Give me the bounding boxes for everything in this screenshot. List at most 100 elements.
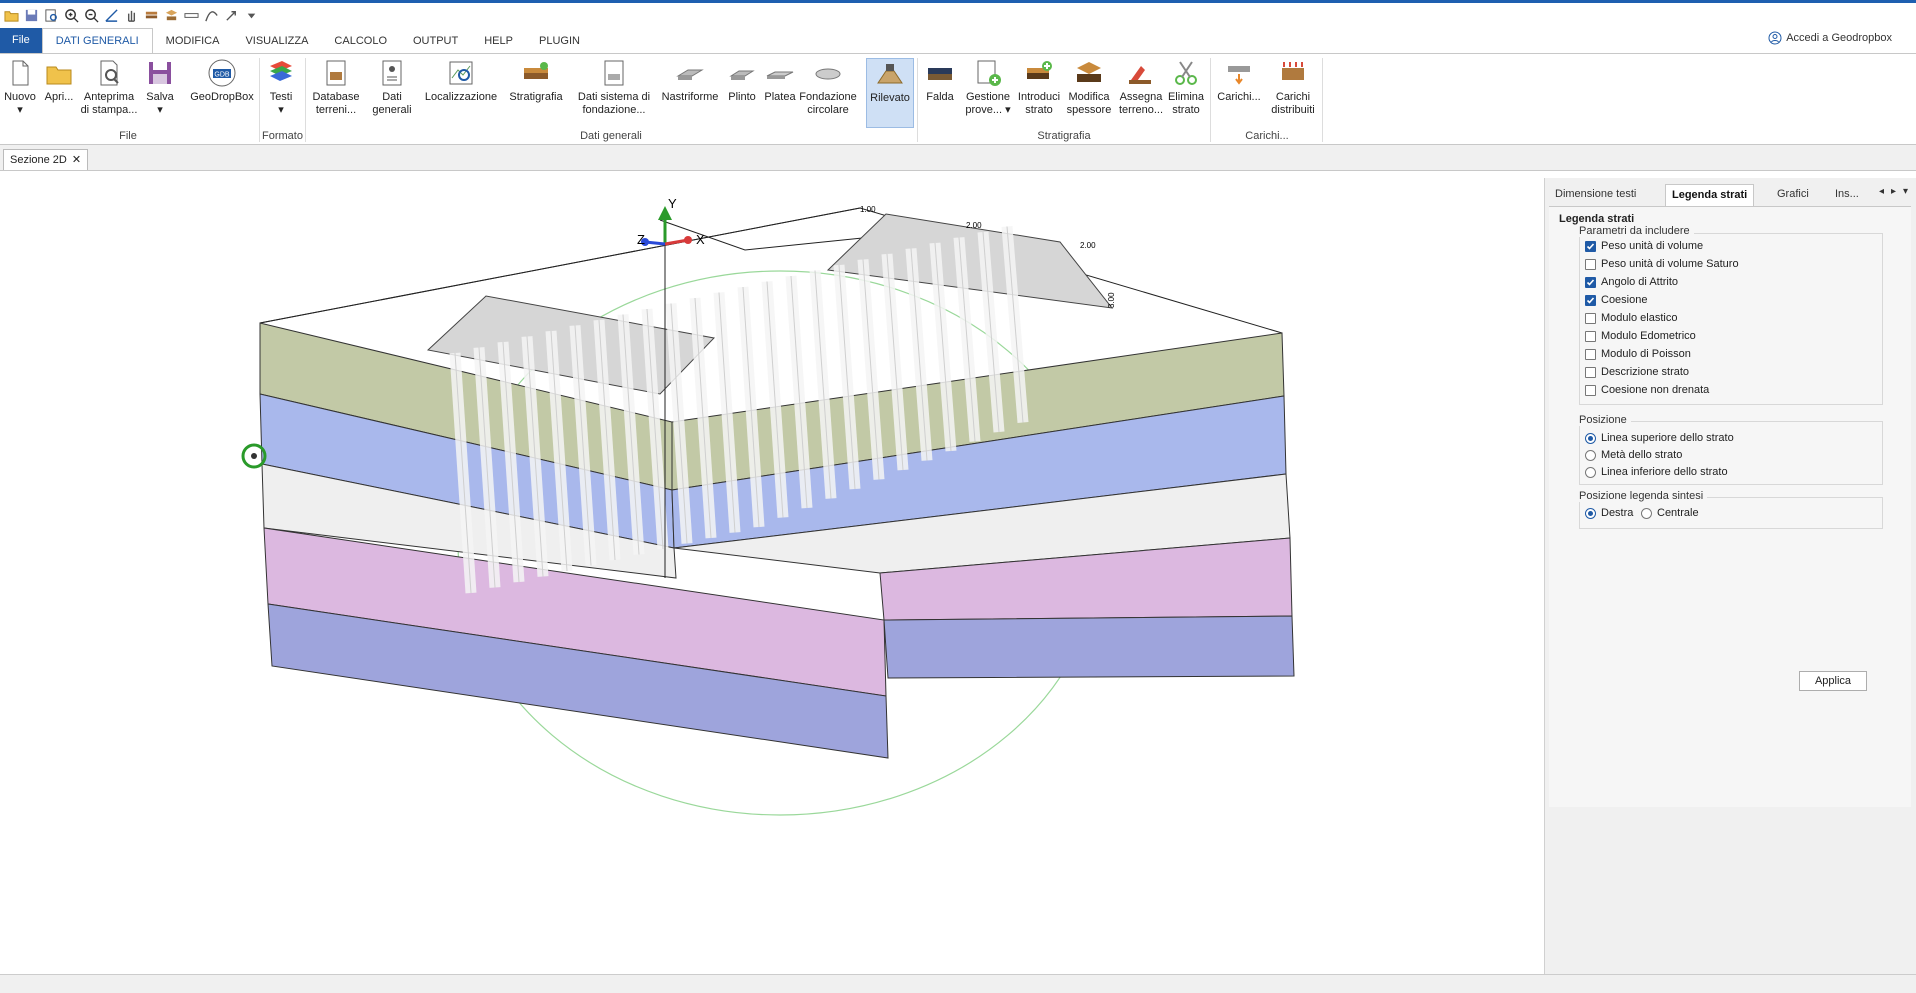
- sintesi-radio-0[interactable]: Destra: [1585, 507, 1633, 519]
- checkbox-checked-icon[interactable]: [1585, 240, 1596, 252]
- raft-icon: [766, 71, 794, 79]
- radio-unselected-icon[interactable]: [1585, 466, 1596, 478]
- tab-scroll-right-icon[interactable]: ▸: [1891, 186, 1896, 197]
- radio-selected-icon[interactable]: [1585, 507, 1596, 519]
- param-checkbox-8[interactable]: Coesione non drenata: [1585, 384, 1709, 396]
- posizione-label: Metà dello strato: [1601, 449, 1683, 461]
- checkbox-unchecked-icon[interactable]: [1585, 384, 1596, 396]
- measure-icon[interactable]: [102, 6, 120, 24]
- zoom-in-icon[interactable]: [62, 6, 80, 24]
- ruler-icon[interactable]: [182, 6, 200, 24]
- tab-scroll-left-icon[interactable]: ◂: [1879, 186, 1884, 197]
- tab-legenda-strati[interactable]: Legenda strati: [1665, 184, 1755, 206]
- checkbox-unchecked-icon[interactable]: [1585, 330, 1596, 342]
- embankment-icon: [877, 64, 903, 84]
- param-checkbox-3[interactable]: Coesione: [1585, 294, 1647, 306]
- plinto-button[interactable]: Plinto: [724, 58, 760, 104]
- plinth-icon: [729, 70, 755, 80]
- curve-icon[interactable]: [202, 6, 220, 24]
- tab-visualizza[interactable]: VISUALIZZA: [232, 29, 321, 53]
- tab-menu-icon[interactable]: ▾: [1903, 186, 1908, 197]
- stratigrafia-button[interactable]: Stratigrafia: [506, 58, 566, 104]
- database-icon: [326, 60, 346, 86]
- 3d-model-view[interactable]: Y X Z 1.00 2.00 2.00 3.00: [0, 178, 1540, 974]
- database-terreni-button[interactable]: Database terreni...: [310, 58, 362, 117]
- radio-unselected-icon[interactable]: [1585, 449, 1596, 461]
- checkbox-unchecked-icon[interactable]: [1585, 366, 1596, 378]
- open-folder-icon[interactable]: [2, 6, 20, 24]
- param-checkbox-4[interactable]: Modulo elastico: [1585, 312, 1677, 324]
- tab-grafici[interactable]: Grafici: [1771, 184, 1815, 205]
- param-checkbox-7[interactable]: Descrizione strato: [1585, 366, 1689, 378]
- tab-output[interactable]: OUTPUT: [400, 29, 471, 53]
- print-preview-icon[interactable]: [42, 6, 60, 24]
- radio-selected-icon[interactable]: [1585, 432, 1596, 444]
- tab-file[interactable]: File: [0, 28, 42, 53]
- tab-sezione-2d[interactable]: Sezione 2D ✕: [3, 149, 89, 170]
- dati-sistema-fondazione-button[interactable]: Dati sistema di fondazione...: [576, 58, 652, 117]
- dati-generali-button[interactable]: Dati generali: [370, 58, 414, 117]
- anteprima-button[interactable]: Anteprima di stampa...: [80, 58, 138, 117]
- pan-icon[interactable]: [122, 6, 140, 24]
- save-icon[interactable]: [22, 6, 40, 24]
- introduci-strato-button[interactable]: Introduci strato: [1016, 58, 1062, 117]
- apply-button[interactable]: Applica: [1799, 671, 1867, 691]
- dropdown-icon[interactable]: [242, 6, 260, 24]
- test-management-icon: [977, 60, 1001, 86]
- apri-button[interactable]: Apri...: [42, 58, 76, 104]
- nuovo-button[interactable]: Nuovo ▾: [4, 58, 36, 117]
- posizione-radio-2[interactable]: Linea inferiore dello strato: [1585, 466, 1728, 478]
- nastriforme-button[interactable]: Nastriforme: [660, 58, 720, 104]
- carichi-distribuiti-button[interactable]: Carichi distribuiti: [1268, 58, 1318, 117]
- checkbox-checked-icon[interactable]: [1585, 276, 1596, 288]
- testi-button[interactable]: Testi ▾: [264, 58, 298, 117]
- tab-dati-generali[interactable]: DATI GENERALI: [41, 28, 153, 53]
- tab-ins[interactable]: Ins...: [1829, 184, 1865, 205]
- sintesi-radio-1[interactable]: Centrale: [1641, 507, 1699, 519]
- carichi-button[interactable]: Carichi...: [1214, 58, 1264, 104]
- elimina-strato-button[interactable]: Elimina strato: [1168, 58, 1204, 117]
- tab-help[interactable]: HELP: [471, 29, 526, 53]
- localizzazione-button[interactable]: Localizzazione: [424, 58, 498, 104]
- rilevato-button[interactable]: Rilevato: [866, 58, 914, 128]
- posizione-radio-1[interactable]: Metà dello strato: [1585, 449, 1682, 461]
- layers2-icon[interactable]: [162, 6, 180, 24]
- param-checkbox-5[interactable]: Modulo Edometrico: [1585, 330, 1696, 342]
- checkbox-unchecked-icon[interactable]: [1585, 348, 1596, 360]
- checkbox-checked-icon[interactable]: [1585, 294, 1596, 306]
- checkbox-unchecked-icon[interactable]: [1585, 312, 1596, 324]
- assegna-terreno-button[interactable]: Assegna terreno...: [1114, 58, 1168, 117]
- 3d-viewport[interactable]: Y X Z 1.00 2.00 2.00 3.00: [0, 178, 1540, 974]
- scissors-icon: [1175, 61, 1197, 85]
- param-checkbox-2[interactable]: Angolo di Attrito: [1585, 276, 1678, 288]
- fondazione-circolare-button[interactable]: Fondazione circolare: [799, 58, 857, 117]
- tab-plugin[interactable]: PLUGIN: [526, 29, 593, 53]
- param-checkbox-1[interactable]: Peso unità di volume Saturo: [1585, 258, 1739, 270]
- close-icon[interactable]: ✕: [72, 150, 81, 170]
- salva-button[interactable]: Salva ▾: [144, 58, 176, 117]
- tab-modifica[interactable]: MODIFICA: [153, 29, 233, 53]
- account-label: Accedi a Geodropbox: [1786, 32, 1892, 44]
- dimension-label-1: 1.00: [860, 205, 876, 214]
- layers-icon[interactable]: [142, 6, 160, 24]
- arrow-icon[interactable]: [222, 6, 240, 24]
- tab-dimensione-testi[interactable]: Dimensione testi: [1549, 184, 1642, 205]
- geodropbox-button[interactable]: GDB GeoDropBox: [188, 58, 256, 104]
- posizione-radio-0[interactable]: Linea superiore dello strato: [1585, 432, 1734, 444]
- modifica-spessore-button[interactable]: Modifica spessore: [1064, 58, 1114, 117]
- geodropbox-logo-icon: GDB: [208, 59, 236, 87]
- zoom-out-icon[interactable]: [82, 6, 100, 24]
- param-checkbox-0[interactable]: Peso unità di volume: [1585, 240, 1703, 252]
- account-link[interactable]: Accedi a Geodropbox: [1768, 31, 1892, 45]
- tab-calcolo[interactable]: CALCOLO: [321, 29, 400, 53]
- legenda-strati-content: Legenda strati Parametri da includere Pe…: [1549, 206, 1911, 807]
- print-preview-icon: [100, 60, 119, 86]
- status-bar: [0, 974, 1916, 993]
- gestione-prove-button[interactable]: Gestione prove... ▾: [962, 58, 1014, 117]
- falda-button[interactable]: Falda: [922, 58, 958, 104]
- radio-unselected-icon[interactable]: [1641, 507, 1652, 519]
- axis-z-label: Z: [637, 232, 645, 247]
- checkbox-unchecked-icon[interactable]: [1585, 258, 1596, 270]
- param-checkbox-6[interactable]: Modulo di Poisson: [1585, 348, 1691, 360]
- platea-button[interactable]: Platea: [762, 58, 798, 104]
